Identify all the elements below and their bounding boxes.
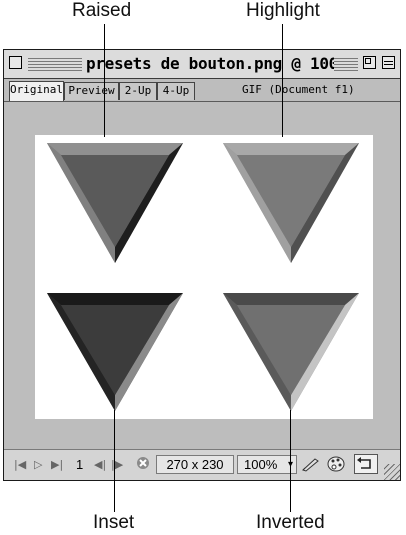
image-dimensions: 270 x 230 <box>156 455 234 474</box>
button-presets-image <box>47 143 359 411</box>
view-tabs: Original Preview 2-Up 4-Up GIF (Document… <box>4 79 400 102</box>
document-window: presets de bouton.png @ 100% Original Pr… <box>3 49 401 481</box>
close-box-icon[interactable] <box>9 56 22 69</box>
callout-highlight: Highlight <box>246 0 320 21</box>
next-frame-icon[interactable]: |▶ <box>111 458 123 471</box>
title-stripes-left <box>28 57 82 71</box>
status-bar: |◀ ▷ ▶| 1 ◀| |▶ 270 x 230 100% ▾ <box>4 449 400 480</box>
document-format-info: GIF (Document f1) <box>242 83 355 96</box>
title-bar[interactable]: presets de bouton.png @ 100% <box>4 50 400 79</box>
stop-icon[interactable] <box>136 456 150 473</box>
title-stripes-right <box>334 57 358 71</box>
last-frame-icon[interactable]: ▶| <box>51 458 63 471</box>
tab-4up[interactable]: 4-Up <box>157 82 195 100</box>
callout-inset: Inset <box>93 512 135 533</box>
leader-line-raised <box>104 24 105 137</box>
leader-line-inset <box>114 410 115 512</box>
image-canvas[interactable] <box>35 135 373 419</box>
inset-triangle-button <box>47 293 183 411</box>
undo-icon[interactable] <box>354 454 378 474</box>
resize-grip-icon[interactable] <box>384 464 400 480</box>
zoom-select[interactable]: 100% ▾ <box>237 455 297 474</box>
window-title: presets de bouton.png @ 100% <box>86 53 348 75</box>
callout-inverted: Inverted <box>256 512 325 533</box>
previous-frame-icon[interactable]: ◀| <box>94 458 106 471</box>
play-icon[interactable]: ▷ <box>34 458 42 471</box>
callout-raised: Raised <box>72 0 132 21</box>
zoom-value: 100% <box>244 457 278 472</box>
first-frame-icon[interactable]: |◀ <box>14 458 26 471</box>
zoom-box-icon[interactable] <box>363 56 376 69</box>
palette-icon[interactable] <box>326 455 346 478</box>
leader-line-highlight <box>282 24 283 137</box>
collapse-box-icon[interactable] <box>382 56 395 69</box>
tab-original[interactable]: Original <box>9 81 64 101</box>
inverted-triangle-button <box>223 293 359 411</box>
raised-triangle-button <box>47 143 183 263</box>
pencil-icon[interactable] <box>301 456 321 477</box>
tab-preview[interactable]: Preview <box>64 82 119 100</box>
leader-line-inverted <box>290 410 291 512</box>
highlight-triangle-button <box>223 143 359 263</box>
tab-2up[interactable]: 2-Up <box>119 82 157 100</box>
frame-number: 1 <box>76 457 84 472</box>
